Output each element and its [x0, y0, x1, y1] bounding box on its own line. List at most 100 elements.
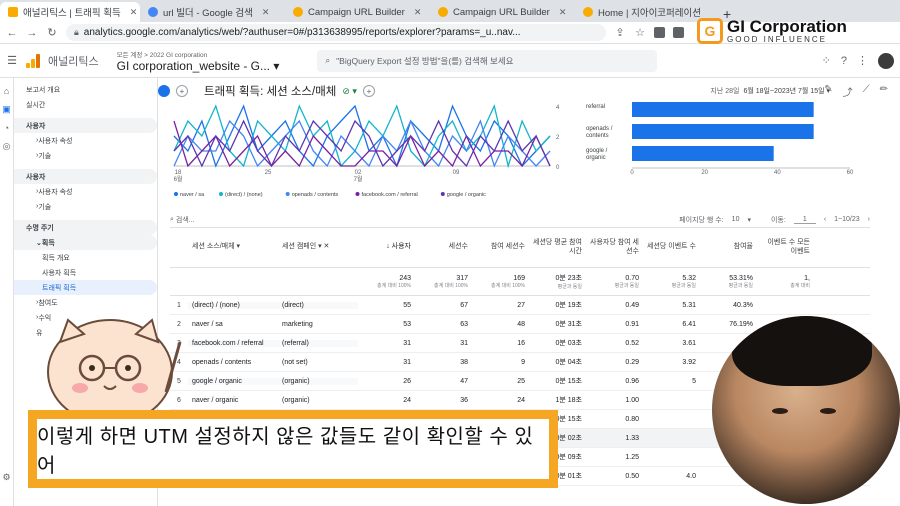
segment-icon[interactable] — [158, 85, 170, 97]
col-events-per-session[interactable]: 세션당 이벤트 수 — [643, 228, 700, 267]
add-icon[interactable]: + — [362, 85, 375, 97]
rows-per-page-select[interactable]: 10 — [732, 216, 740, 223]
col-users[interactable]: ↓ 사용자 — [358, 228, 415, 267]
menu-icon[interactable]: ☰ — [6, 54, 18, 67]
sidebar-item-user-acquisition[interactable]: 사용자 획득 — [14, 265, 157, 280]
apps-grid-icon[interactable]: ⁘ — [822, 54, 831, 67]
sidebar-item-acquisition-overview[interactable]: 획득 개요 — [14, 250, 157, 265]
col-engaged-sessions[interactable]: 참여 세션수 — [472, 228, 529, 267]
cell-source: naver / sa — [192, 320, 223, 328]
sidebar-item-user-attributes[interactable]: › 사용자 속성 — [14, 184, 157, 199]
browser-tab[interactable]: Campaign URL Builder ✕ — [430, 2, 575, 22]
cell-engaged-per-user: 0.52 — [625, 339, 639, 347]
forward-icon[interactable]: → — [26, 27, 38, 39]
report-title: 트래픽 획득: 세션 소스/매체 — [204, 86, 337, 98]
bar-x-tick-label: 40 — [774, 170, 781, 176]
sidebar-item-acquisition[interactable]: ⌄ 획득 — [14, 235, 157, 250]
table-search-input[interactable]: 검색... — [176, 215, 195, 225]
close-tab-icon[interactable]: ✕ — [559, 7, 567, 18]
sidebar-item-realtime[interactable]: 실시간 — [14, 97, 157, 112]
add-comparison-icon[interactable]: + — [176, 85, 188, 97]
col-engaged-per-user[interactable]: 사용자당 참여 세션수 — [586, 228, 643, 267]
analytics-logo-icon — [26, 53, 40, 68]
analytics-search[interactable]: ⌕ "BigQuery Export 설정 방법"을(를) 검색해 보세요 — [317, 49, 658, 72]
col-campaign[interactable]: 세션 캠페인 ▾ ✕ — [278, 228, 358, 267]
explore-icon[interactable]: ◔ — [0, 123, 13, 133]
legend-dot — [285, 192, 290, 196]
settings-gear-icon[interactable]: ⚙ — [0, 472, 13, 483]
goto-input[interactable]: 1 — [793, 216, 816, 224]
browser-tab[interactable]: url 빌더 - Google 검색 ✕ — [140, 2, 285, 22]
close-tab-icon[interactable]: ✕ — [414, 7, 422, 18]
home-icon[interactable]: ⌂ — [0, 86, 13, 96]
table-row[interactable]: 1 (direct) / (none) (direct) 55 67 27 0분 19초 0.… — [170, 296, 870, 315]
sidebar-item-tech[interactable]: › 기술 — [14, 148, 157, 163]
tab-label: 애널리틱스 | 트래픽 획득 — [23, 8, 121, 19]
tab-label: Campaign URL Builder — [453, 6, 550, 18]
col-sessions[interactable]: 세션수 — [415, 228, 472, 267]
bar-x-tick-label: 0 — [630, 170, 634, 176]
cell-users: 31 — [403, 339, 411, 347]
property-name: GI corporation_website - G... — [116, 58, 271, 73]
brand-tagline: GOOD INFLUENCE — [727, 35, 828, 44]
extension-icon[interactable] — [654, 27, 665, 38]
col-source[interactable]: 세션 소스/매체 ▾ — [188, 228, 278, 267]
extension-icon[interactable] — [673, 27, 684, 38]
google-favicon-icon — [148, 7, 158, 17]
avatar[interactable] — [878, 52, 894, 69]
share-icon[interactable]: ⇪ — [614, 26, 626, 39]
cell-engaged-per-user: 0.50 — [625, 472, 639, 480]
row-index: 1 — [177, 301, 181, 309]
account-selector[interactable]: 모든 계정 > 2022 GI corporation GI corporati… — [117, 49, 280, 73]
col-avg-time[interactable]: 세션당 평균 참여 시간 — [529, 228, 586, 267]
browser-tab[interactable]: 애널리틱스 | 트래픽 획득 ✕ — [0, 2, 140, 22]
cell-engaged-per-user: 0.49 — [625, 301, 639, 309]
sidebar-group-users[interactable]: 사용자 — [14, 169, 157, 184]
cell-engaged: 48 — [517, 320, 525, 328]
check-circle-icon[interactable]: ⊘ ▾ — [342, 86, 357, 97]
sidebar-item-overview[interactable]: 보고서 개요 — [14, 82, 157, 97]
next-page-icon[interactable]: › — [868, 216, 870, 223]
close-tab-icon[interactable]: ✕ — [262, 7, 270, 18]
insights-icon[interactable]: ⟋ — [863, 84, 870, 99]
prev-page-icon[interactable]: ‹ — [824, 216, 826, 223]
pencil-icon[interactable]: ✏ — [880, 84, 888, 99]
share-icon[interactable]: ⤴ — [843, 84, 853, 99]
back-icon[interactable]: ← — [6, 27, 18, 39]
reload-icon[interactable]: ↻ — [46, 26, 58, 39]
cell-campaign: (direct) — [278, 301, 358, 309]
col-events[interactable]: 이벤트 수 모든 이벤트 — [757, 228, 814, 267]
cell-events-per-session: 3.92 — [682, 358, 696, 366]
sidebar-item-user-attributes[interactable]: › 사용자 속성 — [14, 133, 157, 148]
bookmark-star-icon[interactable]: ☆ — [634, 26, 646, 39]
sidebar-item-engagement[interactable]: › 참여도 — [14, 295, 157, 310]
reports-icon[interactable]: ▣ — [0, 104, 13, 115]
tab-label: Campaign URL Builder — [308, 6, 405, 18]
url-field[interactable]: 🔒︎ analytics.google.com/analytics/web/?a… — [66, 24, 606, 41]
rows-per-page-label: 페이지당 행 수: — [679, 216, 724, 224]
charts-svg: 420186월25 027월09naver / sa (direct) / (non… — [173, 102, 854, 198]
cell-engaged: 25 — [517, 377, 525, 385]
date-range: 6월 18일~2023년 7월 15일 — [743, 88, 825, 95]
help-icon[interactable]: ? — [841, 55, 847, 67]
sidebar-group-users[interactable]: 사용자 — [14, 118, 157, 133]
bar-category-label: contents — [586, 133, 609, 139]
cell-avg-time: 0분 03초 — [555, 340, 582, 347]
cell-campaign: (not set) — [282, 358, 308, 366]
col-engagement-rate[interactable]: 참여율 — [700, 228, 757, 267]
more-vert-icon[interactable]: ⋮ — [857, 54, 868, 67]
analytics-header: ☰ 애널리틱스 모든 계정 > 2022 GI corporation GI c… — [0, 44, 900, 78]
advertising-icon[interactable]: ◎ — [0, 141, 13, 152]
cell-engaged-per-user: 1.00 — [625, 396, 639, 404]
close-tab-icon[interactable]: ✕ — [130, 7, 138, 18]
sidebar-item-tech[interactable]: › 기술 — [14, 199, 157, 214]
edit-report-icon[interactable]: ✎ — [824, 84, 832, 99]
x-tick-label: 18 — [175, 170, 182, 176]
browser-tab[interactable]: Campaign URL Builder ✕ — [285, 2, 430, 22]
builder-favicon-icon — [438, 7, 448, 17]
cell-engaged-per-user: 0.29 — [625, 358, 639, 366]
cell-engaged: 24 — [517, 396, 525, 404]
sidebar-item-traffic-acquisition[interactable]: 트래픽 획득 — [14, 280, 157, 295]
browser-tab[interactable]: Home | 지아이코퍼레이션 — [575, 2, 715, 22]
sidebar-group-lifecycle[interactable]: 수명 주기 — [14, 220, 157, 235]
